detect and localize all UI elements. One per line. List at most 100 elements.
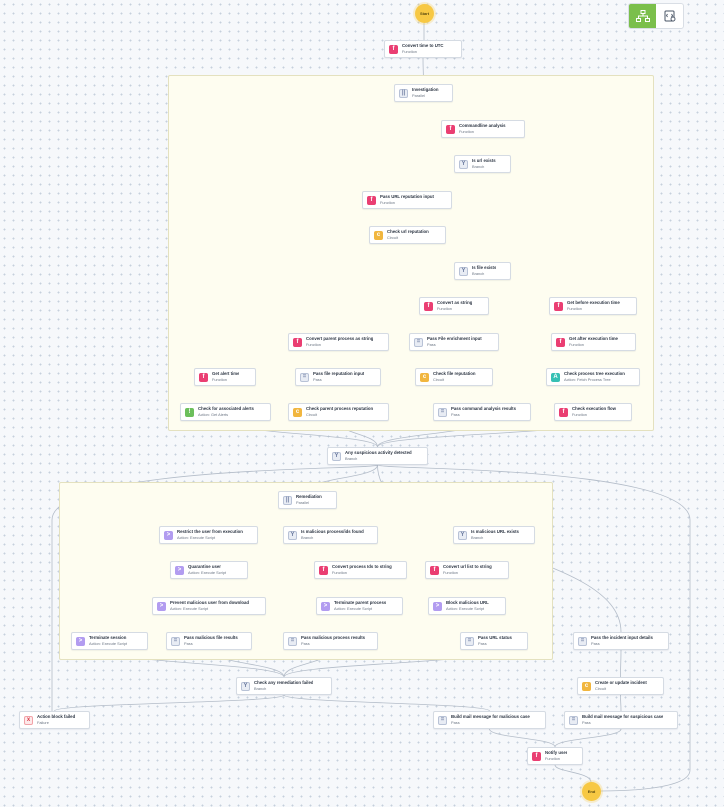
check-exec-flow-node[interactable]: f Check execution flow Function — [554, 403, 632, 421]
check-alerts-node[interactable]: ! Check for associated alerts Action: Get … — [180, 403, 271, 421]
pass-cmd-results-node[interactable]: = Pass command analysis results Pass — [433, 403, 531, 421]
conv-proc-ids-node[interactable]: f Convert process Ids to string Function — [314, 561, 407, 579]
node-type: Pass — [582, 720, 591, 726]
notify-user-node[interactable]: f Notify user Function — [527, 747, 583, 765]
circuit-icon: c — [293, 407, 302, 417]
pass-icon: = — [171, 636, 180, 646]
connector-line — [489, 728, 556, 748]
connector-line — [54, 694, 285, 712]
node-text: Is url exists Branch — [472, 158, 496, 170]
node-type: Action: Execute Script — [170, 606, 209, 612]
branch-icon: Y — [332, 451, 341, 461]
pass-icon: = — [288, 636, 297, 646]
node-type: Function — [567, 306, 582, 312]
build-mail-susp-node[interactable]: = Build mail message for suspicious case P… — [564, 711, 678, 729]
branch-icon: Y — [459, 159, 468, 169]
node-type: Function — [443, 570, 458, 576]
code-icon — [664, 10, 675, 22]
parallel-icon: || — [399, 88, 408, 98]
start-node[interactable]: Start — [415, 4, 434, 23]
node-type: Function — [212, 377, 227, 383]
code-view-button[interactable] — [656, 4, 683, 28]
is-url-node[interactable]: Y Is url exists Branch — [454, 155, 511, 173]
node-text: Build mail message for malicious case Pas… — [451, 714, 530, 726]
node-type: Pass — [451, 720, 460, 726]
pass-mal-proc-node[interactable]: = Pass malicious process results Pass — [283, 632, 378, 650]
end-node[interactable]: End — [582, 782, 601, 801]
node-type: Action: Execute Script — [89, 641, 128, 647]
node-text: Pass the incident input details Pass — [591, 635, 653, 647]
remediation-node[interactable]: || Remediation Parallel — [278, 491, 337, 509]
terminate-session-node[interactable]: > Terminate session Action: Execute Script — [71, 632, 148, 650]
check-proc-tree-node[interactable]: A Check process tree execution Action: Fet… — [546, 368, 640, 386]
node-text: Check execution flow Function — [572, 406, 616, 418]
terminate-parent-node[interactable]: > Terminate parent process Action: Execute… — [316, 597, 403, 615]
get-alert-time-node[interactable]: f Get alert time Function — [194, 368, 256, 386]
block-url-node[interactable]: > Block malicious URL Action: Execute Scri… — [428, 597, 506, 615]
check-file-rep-node[interactable]: c Check file reputation Circuit — [415, 368, 493, 386]
node-text: Get before execution time Function — [567, 300, 620, 312]
prevent-download-node[interactable]: > Prevent malicious user from download Act… — [152, 597, 266, 615]
view-toolbar — [628, 3, 684, 29]
is-mal-url-node[interactable]: Y Is malicious URL exists Branch — [453, 526, 535, 544]
action-get-alerts-icon: ! — [185, 407, 194, 417]
convert-utc-node[interactable]: f Convert time to UTC Function — [384, 40, 462, 58]
pass-url-rep-node[interactable]: f Pass URL reputation input Function — [362, 191, 452, 209]
workflow-view-button[interactable] — [629, 4, 656, 28]
restrict-user-node[interactable]: > Restrict the user from execution Action:… — [159, 526, 258, 544]
connector-line — [554, 728, 622, 748]
node-text: Pass malicious process results Pass — [301, 635, 365, 647]
investigation-node[interactable]: || Investigation Parallel — [394, 84, 453, 102]
node-text: Pass File enrichment input Pass — [427, 336, 482, 348]
circuit-icon: c — [374, 230, 383, 240]
pass-file-enrich-node[interactable]: = Pass File enrichment input Pass — [409, 333, 499, 351]
pass-file-rep-node[interactable]: = Pass file reputation input Pass — [295, 368, 381, 386]
conv-url-list-node[interactable]: f Convert url list to string Function — [425, 561, 509, 579]
build-mail-mal-node[interactable]: = Build mail message for malicious case Pa… — [433, 711, 546, 729]
action-execute-script-icon: > — [164, 530, 173, 540]
is-mal-proc-node[interactable]: Y Is malicious process/ids found Branch — [283, 526, 378, 544]
node-text: Notify user Function — [545, 750, 567, 762]
check-remed-failed-node[interactable]: Y Check any remediation failed Branch — [236, 677, 332, 695]
circuit-icon: c — [420, 372, 429, 382]
is-file-node[interactable]: Y Is file exists Branch — [454, 262, 511, 280]
function-icon: f — [556, 337, 565, 347]
action-execute-script-icon: > — [175, 565, 184, 575]
node-type: Pass — [451, 412, 460, 418]
get-before-node[interactable]: f Get before execution time Function — [549, 297, 637, 315]
node-type: Action: Execute Script — [188, 570, 227, 576]
connector-line — [283, 694, 490, 712]
function-icon: f — [199, 372, 208, 382]
node-text: Commandline analysis Function — [459, 123, 506, 135]
conv-parent-node[interactable]: f Convert parent process as string Functio… — [288, 333, 389, 351]
node-type: Action: Execute Script — [446, 606, 485, 612]
start-label: Start — [419, 11, 430, 16]
conv-str-node[interactable]: f Convert as string Function — [419, 297, 489, 315]
get-after-node[interactable]: f Get after execution time Function — [551, 333, 636, 351]
node-type: Function — [380, 200, 395, 206]
workflow-canvas[interactable]: Start End f Convert time to UTC Function ||… — [0, 0, 724, 807]
function-icon: f — [424, 301, 433, 311]
function-icon: f — [319, 565, 328, 575]
create-incident-node[interactable]: c Create or update incident Circuit — [577, 677, 664, 695]
node-type: Parallel — [412, 93, 425, 99]
node-text: Convert time to UTC Function — [402, 43, 444, 55]
check-url-rep-node[interactable]: c Check url reputation Circuit — [369, 226, 446, 244]
node-text: Any suspicious activity detected Branch — [345, 450, 412, 462]
pass-url-status-node[interactable]: = Pass URL status Pass — [460, 632, 528, 650]
action-block-failed-node[interactable]: x Action block failed Failure — [19, 711, 90, 729]
node-type: Pass — [478, 641, 487, 647]
node-type: Action: Execute Script — [177, 535, 216, 541]
node-type: Failure — [37, 720, 49, 726]
node-text: Convert url list to string Function — [443, 564, 492, 576]
any-suspicious-node[interactable]: Y Any suspicious activity detected Branch — [327, 447, 428, 465]
check-parent-rep-node[interactable]: c Check parent process reputation Circuit — [288, 403, 389, 421]
node-type: Branch — [472, 164, 485, 170]
cmdline-node[interactable]: f Commandline analysis Function — [441, 120, 525, 138]
node-text: Restrict the user from execution Action: … — [177, 529, 243, 541]
function-icon: f — [559, 407, 568, 417]
pass-incident-node[interactable]: = Pass the incident input details Pass — [573, 632, 669, 650]
pass-mal-file-node[interactable]: = Pass malicious file results Pass — [166, 632, 252, 650]
quarantine-node[interactable]: > Quarantine user Action: Execute Script — [170, 561, 248, 579]
pass-icon: = — [578, 636, 587, 646]
